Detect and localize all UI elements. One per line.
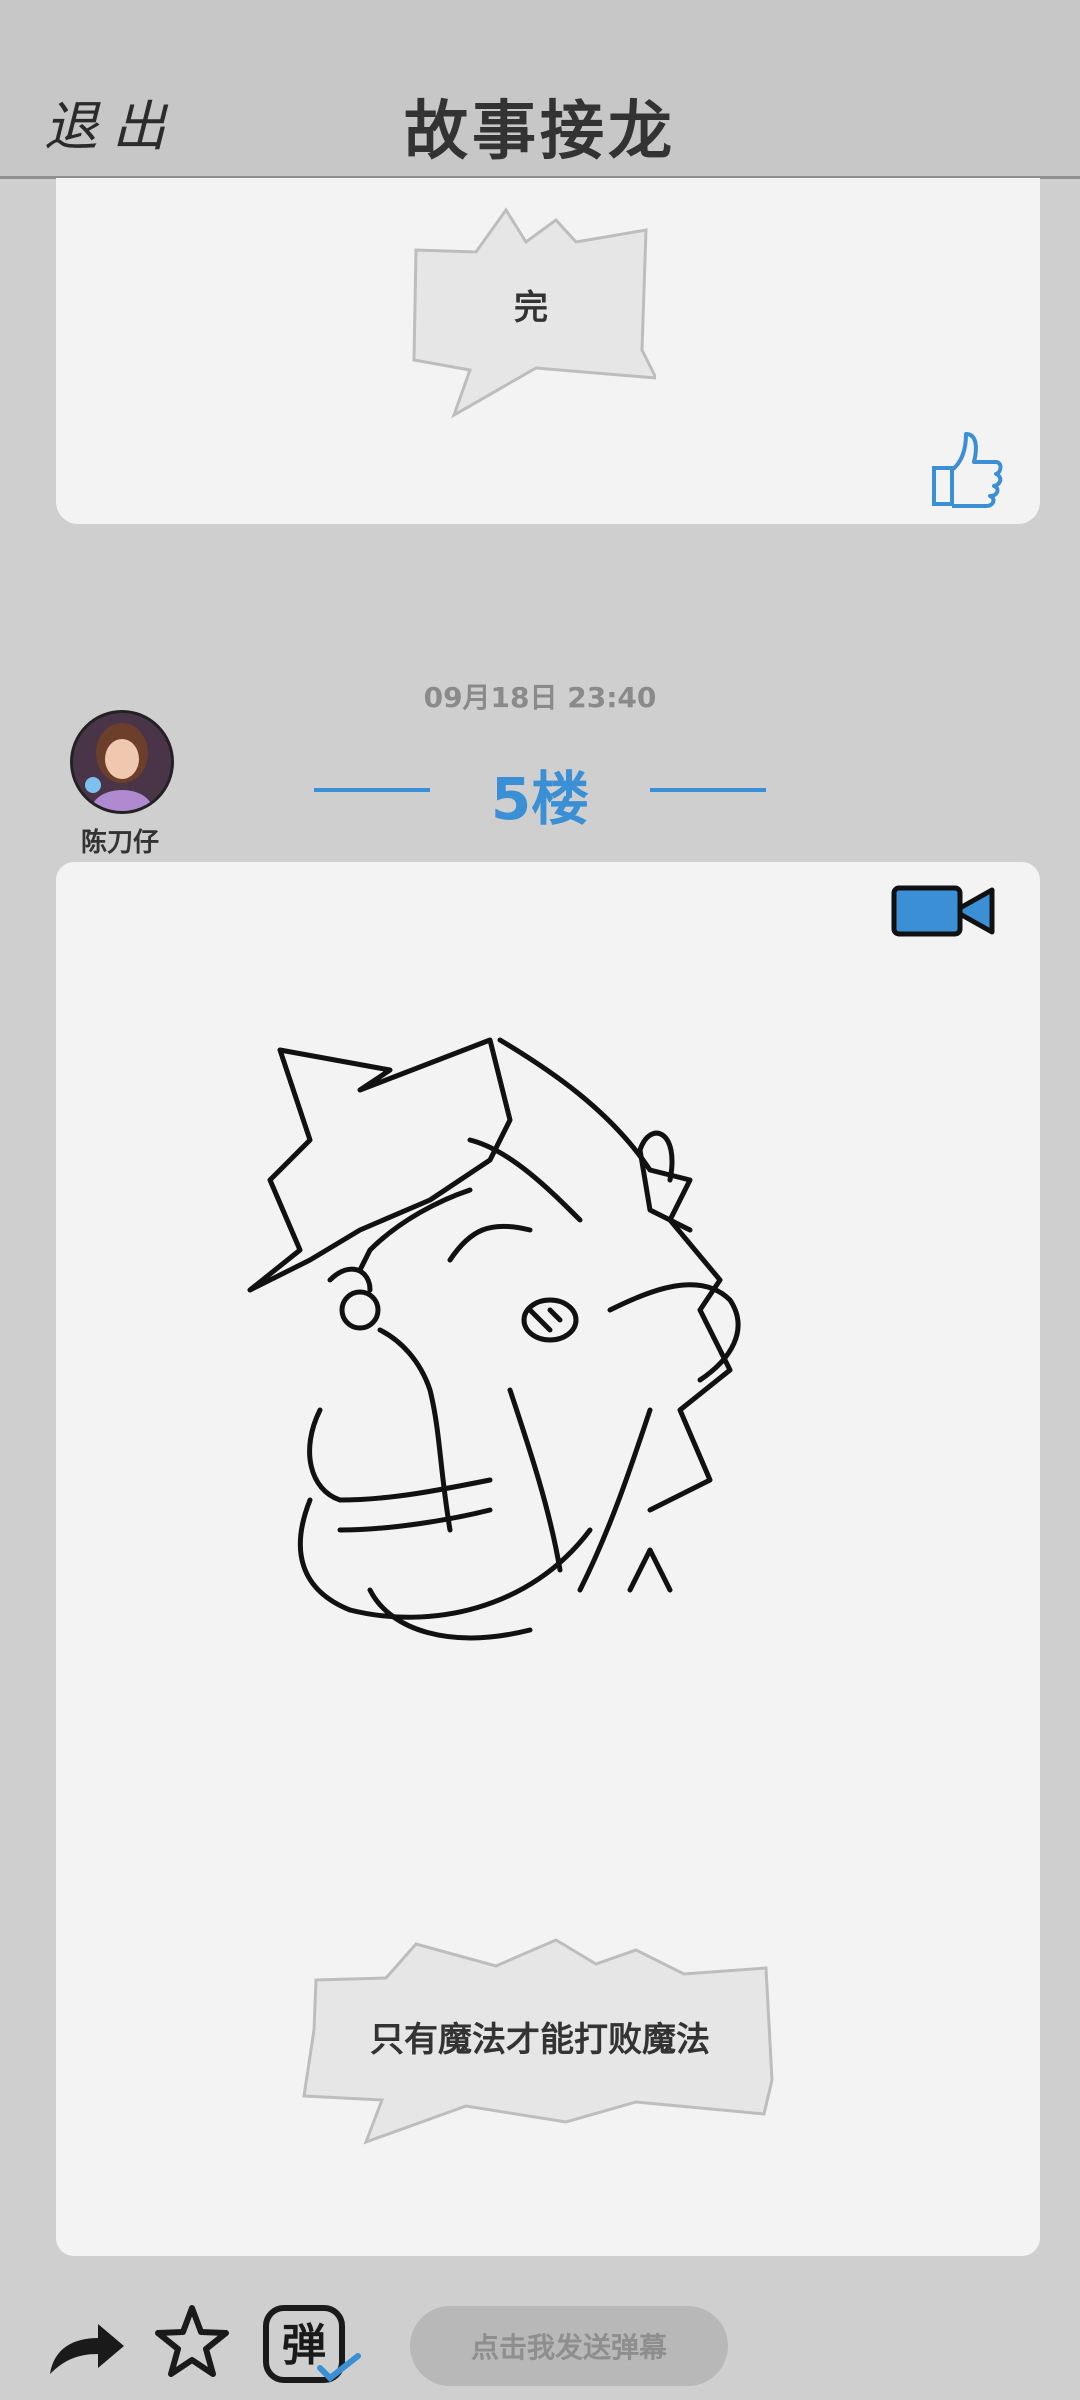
- share-arrow-icon[interactable]: [44, 2318, 128, 2378]
- video-camera-icon[interactable]: [890, 882, 998, 940]
- floor-number: 5楼: [490, 765, 590, 833]
- caption-bubble: 只有魔法才能打败魔法: [296, 1930, 784, 2150]
- speech-bubble: 完: [406, 200, 656, 420]
- username: 陈刀仔: [80, 828, 159, 858]
- speech-bubble-text: 完: [514, 288, 548, 328]
- divider-right: [650, 788, 766, 792]
- danmu-icon-char: 弾: [282, 2320, 326, 2371]
- sketch-drawing: [230, 1030, 870, 1830]
- thumbs-up-icon[interactable]: [928, 428, 1004, 512]
- danmu-icon[interactable]: 弾: [262, 2302, 362, 2386]
- app-header: 退出 故事接龙: [0, 0, 1080, 179]
- danmu-input[interactable]: 点击我发送弹幕: [410, 2306, 728, 2386]
- divider-left: [314, 788, 430, 792]
- star-icon[interactable]: [152, 2302, 232, 2382]
- caption-text: 只有魔法才能打败魔法: [370, 2020, 710, 2060]
- avatar[interactable]: [70, 710, 174, 814]
- page-title: 故事接龙: [404, 95, 676, 169]
- post-timestamp: 09月18日 23:40: [423, 681, 657, 714]
